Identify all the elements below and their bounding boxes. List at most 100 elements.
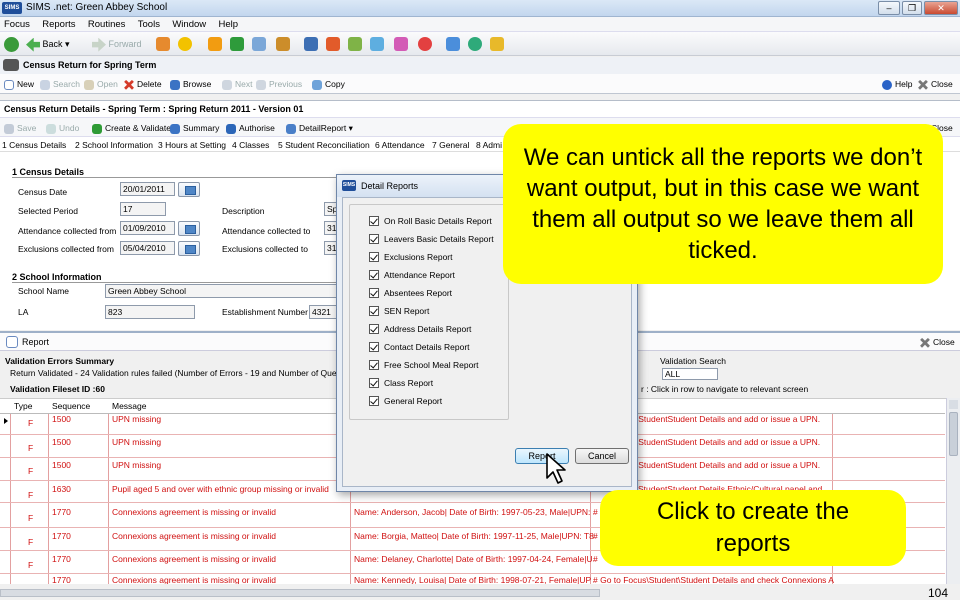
summary-button[interactable]: Summary (170, 121, 219, 135)
report-close-button[interactable]: Close (920, 335, 955, 349)
row-sequence[interactable]: 1770 (52, 576, 71, 584)
column-sequence[interactable]: Sequence (52, 401, 90, 413)
refresh-icon[interactable] (4, 37, 19, 52)
row-sequence[interactable]: 1500 (52, 414, 71, 424)
checkbox-class[interactable] (369, 378, 379, 388)
help-button[interactable]: Help (882, 77, 912, 91)
row-sequence[interactable]: 1770 (52, 507, 71, 517)
checkbox-exclusions[interactable] (369, 252, 379, 262)
row-detail[interactable]: Name: Borgia, Matteo| Date of Birth: 199… (354, 531, 594, 541)
attendance-from-field[interactable]: 01/09/2010 (120, 221, 175, 235)
document-icon[interactable] (326, 37, 340, 51)
row-sequence[interactable]: 1500 (52, 437, 71, 447)
row-type[interactable]: F (28, 418, 33, 428)
clock-icon[interactable] (418, 37, 432, 51)
link-classes[interactable]: 4 Classes (232, 138, 269, 152)
link-census-details[interactable]: 1 Census Details (2, 138, 66, 152)
row-sequence[interactable]: 1770 (52, 554, 71, 564)
row-action[interactable]: sStudentStudent Details and add or issue… (634, 414, 820, 424)
close-window-button[interactable]: ✕ (924, 1, 958, 15)
detail-report-button[interactable]: DetailReport ▾ (286, 121, 353, 135)
checkbox-on-roll[interactable] (369, 216, 379, 226)
chart-icon[interactable] (304, 37, 318, 51)
row-message[interactable]: Connexions agreement is missing or inval… (112, 554, 276, 564)
link-admissions[interactable]: 8 Admi (476, 138, 502, 152)
undo-button[interactable]: Undo (46, 121, 79, 135)
row-action[interactable]: # (593, 554, 598, 564)
checkbox-free-school-meal[interactable] (369, 360, 379, 370)
row-action[interactable]: sStudentStudent Details and add or issue… (634, 460, 820, 470)
browse-button[interactable]: Browse (170, 77, 211, 91)
students-icon[interactable] (156, 37, 170, 51)
calendar-button[interactable] (178, 241, 200, 256)
clipboard-icon[interactable] (348, 37, 362, 51)
row-sequence[interactable]: 1630 (52, 484, 71, 494)
row-detail[interactable]: Name: Kennedy, Louisa| Date of Birth: 19… (354, 576, 591, 584)
link-attendance[interactable]: 6 Attendance (375, 138, 425, 152)
minimize-button[interactable]: – (878, 1, 900, 15)
checkbox-sen[interactable] (369, 306, 379, 316)
calendar-button[interactable] (178, 221, 200, 236)
search-button[interactable]: Search (40, 77, 80, 91)
row-message[interactable]: Connexions agreement is missing or inval… (112, 576, 276, 584)
authorise-button[interactable]: Authorise (226, 121, 275, 135)
checkbox-absentees[interactable] (369, 288, 379, 298)
row-type[interactable]: F (28, 490, 33, 500)
link-hours-at-setting[interactable]: 3 Hours at Setting (158, 138, 226, 152)
link-school-information[interactable]: 2 School Information (75, 138, 153, 152)
group-icon[interactable] (394, 37, 408, 51)
la-field[interactable]: 823 (105, 305, 195, 319)
mail-icon[interactable] (252, 37, 266, 51)
flag-icon[interactable] (230, 37, 244, 51)
row-type[interactable]: F (28, 466, 33, 476)
link-student-reconciliation[interactable]: 5 Student Reconciliation (278, 138, 370, 152)
row-message[interactable]: Connexions agreement is missing or inval… (112, 531, 276, 541)
scroll-up-icon[interactable] (949, 400, 958, 409)
census-close-button[interactable]: Close (918, 77, 953, 91)
row-message[interactable]: Pupil aged 5 and over with ethnic group … (112, 484, 329, 494)
selected-period-field[interactable]: 17 (120, 202, 166, 216)
calendar-button[interactable] (178, 182, 200, 197)
scroll-thumb[interactable] (949, 412, 958, 456)
row-action[interactable]: # (593, 507, 598, 517)
menu-tools[interactable]: Tools (138, 17, 160, 32)
checkbox-contact[interactable] (369, 342, 379, 352)
open-button[interactable]: Open (84, 77, 118, 91)
row-action[interactable]: sStudentStudent Details and add or issue… (634, 437, 820, 447)
row-action[interactable]: # (593, 531, 598, 541)
delete-button[interactable]: Delete (124, 77, 162, 91)
row-message[interactable]: UPN missing (112, 437, 161, 447)
validation-search-select[interactable]: ALL (662, 368, 718, 380)
menu-reports[interactable]: Reports (42, 17, 75, 32)
menu-help[interactable]: Help (219, 17, 239, 32)
row-type[interactable]: F (28, 560, 33, 570)
row-type[interactable]: F (28, 443, 33, 453)
next-button[interactable]: Next (222, 77, 252, 91)
tools-icon[interactable] (490, 37, 504, 51)
maximize-button[interactable]: ❐ (902, 1, 922, 15)
back-button[interactable]: Back ▾ (26, 37, 70, 52)
globe-icon[interactable] (468, 37, 482, 51)
row-message[interactable]: UPN missing (112, 460, 161, 470)
link-general[interactable]: 7 General (432, 138, 469, 152)
menu-routines[interactable]: Routines (88, 17, 126, 32)
row-message[interactable]: Connexions agreement is missing or inval… (112, 507, 276, 517)
horizontal-scrollbar[interactable] (0, 589, 600, 597)
menu-window[interactable]: Window (172, 17, 206, 32)
row-detail[interactable]: Name: Delaney, Charlotte| Date of Birth:… (354, 554, 593, 564)
save-button[interactable]: Save (4, 121, 36, 135)
exclusions-from-field[interactable]: 05/04/2010 (120, 241, 175, 255)
row-message[interactable]: UPN missing (112, 414, 161, 424)
new-button[interactable]: New (4, 77, 34, 91)
row-sequence[interactable]: 1500 (52, 460, 71, 470)
column-type[interactable]: Type (14, 401, 32, 413)
notes-icon[interactable] (370, 37, 384, 51)
row-type[interactable]: F (28, 537, 33, 547)
checkbox-leavers[interactable] (369, 234, 379, 244)
row-action[interactable]: # Go to Focus\Student\Student Details an… (593, 576, 834, 584)
census-date-field[interactable]: 20/01/2011 (120, 182, 175, 196)
calendar-icon[interactable] (446, 37, 460, 51)
book-icon[interactable] (208, 37, 222, 51)
checkbox-address[interactable] (369, 324, 379, 334)
copy-button[interactable]: Copy (312, 77, 345, 91)
